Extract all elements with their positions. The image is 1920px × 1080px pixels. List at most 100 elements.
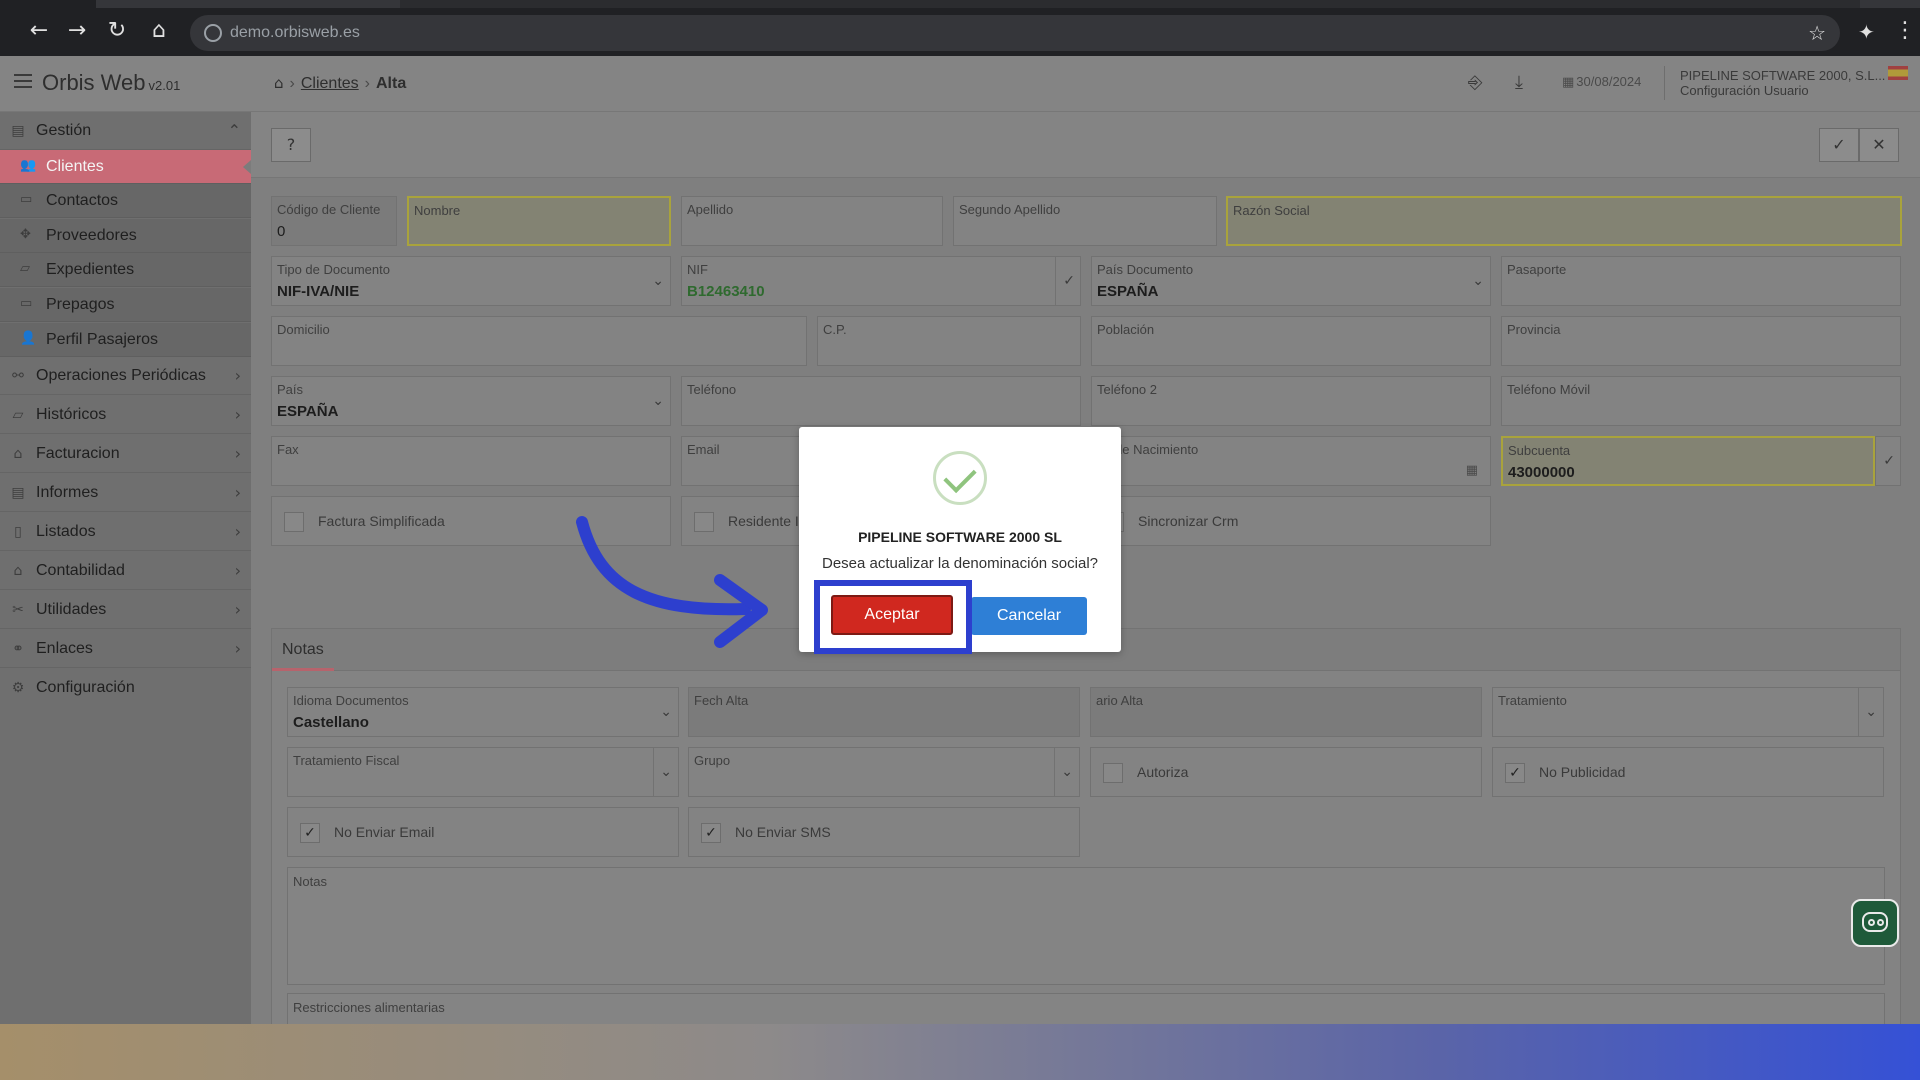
tools-icon: ✂: [12, 602, 24, 618]
sidebar-group-enlaces[interactable]: ⚭ Enlaces ›: [0, 630, 251, 668]
company-info[interactable]: PIPELINE SOFTWARE 2000, S.L... Configura…: [1680, 68, 1885, 98]
restricciones-textarea[interactable]: Restricciones alimentarias: [287, 993, 1885, 1024]
work-date[interactable]: ▦ 30/08/2024: [1562, 74, 1641, 90]
calendar-icon[interactable]: ▦: [1466, 463, 1478, 478]
forward-icon[interactable]: →: [64, 18, 90, 44]
extensions-icon[interactable]: ✦: [1858, 20, 1875, 44]
sidebar-group-gestion[interactable]: ▤ Gestión ⌃: [0, 112, 251, 150]
gear-icon: ⚙: [11, 680, 25, 696]
active-browser-tab[interactable]: [0, 0, 96, 8]
cp-field[interactable]: C.P.: [817, 316, 1081, 366]
telefono-field[interactable]: Teléfono: [681, 376, 1081, 426]
back-icon[interactable]: ←: [26, 18, 52, 44]
browser-menu-icon[interactable]: ⋮: [1894, 18, 1916, 43]
checkbox-checked-icon[interactable]: ✓: [300, 823, 320, 843]
pasaporte-field[interactable]: Pasaporte: [1501, 256, 1901, 306]
field-label: Provincia: [1507, 322, 1561, 337]
field-divider: [1054, 748, 1055, 796]
poblacion-field[interactable]: Población: [1091, 316, 1491, 366]
spain-flag-icon[interactable]: [1888, 66, 1908, 80]
sidebar-group-historicos[interactable]: ▱ Históricos ›: [0, 396, 251, 434]
site-info-icon[interactable]: [204, 24, 222, 42]
sidebar-item-contactos[interactable]: ▭ Contactos: [0, 184, 251, 218]
provincia-field[interactable]: Provincia: [1501, 316, 1901, 366]
no-publicidad-checkbox[interactable]: ✓ No Publicidad: [1492, 747, 1884, 797]
gestion-icon: ▤: [11, 123, 25, 139]
sidebar-group-informes[interactable]: ▤ Informes ›: [0, 474, 251, 512]
field-divider: [653, 748, 654, 796]
no-enviar-sms-checkbox[interactable]: ✓ No Enviar SMS: [688, 807, 1080, 857]
chevron-right-icon: ›: [234, 366, 241, 385]
sidebar-group-listados[interactable]: ▯ Listados ›: [0, 513, 251, 551]
pais-select[interactable]: País ESPAÑA ⌄: [271, 376, 671, 426]
idioma-documentos-select[interactable]: Idioma Documentos Castellano ⌄: [287, 687, 679, 737]
tab-strip: [0, 0, 1920, 8]
tratamiento-fiscal-select[interactable]: Tratamiento Fiscal ⌄: [287, 747, 679, 797]
cancel-button[interactable]: Cancelar: [971, 597, 1087, 635]
sidebar-group-utilidades[interactable]: ✂ Utilidades ›: [0, 591, 251, 629]
sidebar-item-proveedores[interactable]: ✥ Proveedores: [0, 219, 251, 253]
credit-card-icon: ▭: [20, 296, 33, 311]
user-config-link[interactable]: Configuración Usuario: [1680, 83, 1885, 98]
home-icon[interactable]: ⌂: [146, 18, 172, 44]
address-bar[interactable]: demo.orbisweb.es ☆: [190, 15, 1840, 51]
tab-notas[interactable]: Notas: [272, 629, 334, 671]
nif-field[interactable]: NIF B12463410 ✓: [681, 256, 1081, 306]
sidebar-group-contabilidad[interactable]: ⌂ Contabilidad ›: [0, 552, 251, 590]
codigo-cliente-field[interactable]: Código de Cliente 0: [271, 196, 397, 246]
sidebar-item-prepagos[interactable]: ▭ Prepagos: [0, 288, 251, 322]
checkbox-box[interactable]: [1103, 763, 1123, 783]
url-text: demo.orbisweb.es: [230, 24, 360, 41]
telefono2-field[interactable]: Teléfono 2: [1091, 376, 1491, 426]
logout-icon[interactable]: ⎆: [1468, 72, 1482, 93]
subcuenta-validate[interactable]: ✓: [1875, 436, 1901, 486]
sidebar-item-perfil-pasajeros[interactable]: 👤 Perfil Pasajeros: [0, 323, 251, 357]
close-button[interactable]: ✕: [1859, 128, 1899, 162]
domicilio-field[interactable]: Domicilio: [271, 316, 807, 366]
telefono-movil-field[interactable]: Teléfono Móvil: [1501, 376, 1901, 426]
sidebar-group-facturacion[interactable]: ⌂ Facturacion ›: [0, 435, 251, 473]
confirm-button[interactable]: ✓: [1819, 128, 1859, 162]
help-button[interactable]: ?: [271, 128, 311, 162]
segundo-apellido-field[interactable]: Segundo Apellido: [953, 196, 1217, 246]
pais-documento-select[interactable]: País Documento ESPAÑA ⌄: [1091, 256, 1491, 306]
sidebar-item-expedientes[interactable]: ▱ Expedientes: [0, 253, 251, 287]
reload-icon[interactable]: ↻: [104, 18, 130, 44]
tipo-documento-select[interactable]: Tipo de Documento NIF-IVA/NIE ⌄: [271, 256, 671, 306]
bookmark-star-icon[interactable]: ☆: [1808, 21, 1826, 45]
fecha-nacimiento-field[interactable]: na de Nacimiento ▦: [1091, 436, 1491, 486]
checkbox-checked-icon[interactable]: ✓: [1505, 763, 1525, 783]
menu-toggle-icon[interactable]: [14, 74, 32, 88]
checkbox-label: No Enviar Email: [334, 824, 435, 840]
nombre-field[interactable]: Nombre: [407, 196, 671, 246]
subcuenta-field[interactable]: Subcuenta 43000000: [1501, 436, 1875, 486]
field-label: Teléfono: [687, 382, 737, 397]
download-icon[interactable]: ⤓: [1515, 72, 1523, 93]
breadcrumb-separator: ›: [364, 75, 370, 92]
notas-textarea[interactable]: Notas: [287, 867, 1885, 985]
checkbox-box[interactable]: [284, 512, 304, 532]
no-enviar-email-checkbox[interactable]: ✓ No Enviar Email: [287, 807, 679, 857]
autoriza-checkbox[interactable]: Autoriza: [1090, 747, 1482, 797]
dialog-message: Desea actualizar la denominación social?: [822, 555, 1098, 572]
field-label: Pasaporte: [1507, 262, 1567, 277]
tratamiento-select[interactable]: Tratamiento ⌄: [1492, 687, 1884, 737]
sidebar-item-clientes[interactable]: 👥 Clientes: [0, 150, 251, 184]
assistant-bot-icon[interactable]: [1851, 899, 1899, 947]
checkbox-label: Factura Simplificada: [318, 513, 445, 529]
apellido-field[interactable]: Apellido: [681, 196, 943, 246]
field-label: Restricciones alimentarias: [293, 1000, 445, 1015]
fax-field[interactable]: Fax: [271, 436, 671, 486]
sincronizar-crm-checkbox[interactable]: Sincronizar Crm: [1091, 496, 1491, 546]
grupo-select[interactable]: Grupo ⌄: [688, 747, 1080, 797]
breadcrumb-clientes-link[interactable]: Clientes: [301, 75, 359, 92]
sidebar-group-label: Históricos: [36, 406, 107, 423]
field-label: Segundo Apellido: [959, 202, 1061, 217]
breadcrumb-home-icon[interactable]: ⌂: [274, 74, 284, 92]
razon-social-field[interactable]: Razón Social: [1226, 196, 1902, 246]
validate-check-icon[interactable]: ✓: [1063, 273, 1075, 289]
sidebar-group-label: Utilidades: [36, 601, 107, 618]
sidebar-group-configuracion[interactable]: ⚙ Configuración: [0, 669, 251, 707]
checkbox-checked-icon[interactable]: ✓: [701, 823, 721, 843]
sidebar-group-operaciones-periodicas[interactable]: ⚯ Operaciones Periódicas ›: [0, 357, 251, 395]
